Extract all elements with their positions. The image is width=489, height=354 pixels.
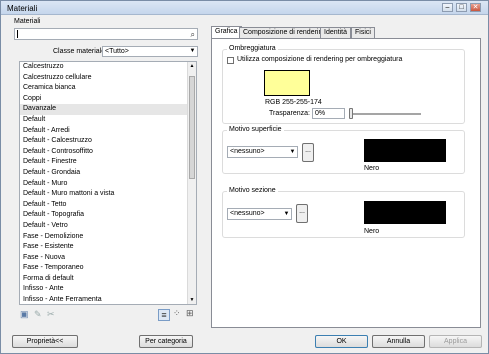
surface-pattern-browse-button[interactable]: ... xyxy=(302,143,314,162)
list-item[interactable]: Infisso - Ante xyxy=(20,284,196,295)
list-item[interactable]: Infisso - Ante Ferramenta xyxy=(20,295,196,304)
section-pattern-browse-button[interactable]: ... xyxy=(296,204,308,223)
list-item[interactable]: Forma di default xyxy=(20,274,196,285)
list-item[interactable]: Default - Grondaia xyxy=(20,168,196,179)
delete-material-icon[interactable]: ✂ xyxy=(47,310,55,319)
shading-color-swatch[interactable] xyxy=(264,70,310,96)
class-filter-select[interactable]: <Tutto> ▼ xyxy=(102,46,198,57)
section-pattern-select[interactable]: <nessuno> ▼ xyxy=(227,208,292,220)
section-color-swatch[interactable] xyxy=(364,201,446,224)
list-item[interactable]: Fase - Demolizione xyxy=(20,232,196,243)
render-shading-checkbox[interactable] xyxy=(227,57,234,64)
list-item[interactable]: Default - Calcestruzzo xyxy=(20,136,196,147)
list-item[interactable]: Ceramica bianca xyxy=(20,83,196,94)
list-item[interactable]: Calcestruzzo xyxy=(20,62,196,73)
scrollbar-thumb[interactable] xyxy=(189,76,195,179)
list-item[interactable]: Default - Arredi xyxy=(20,126,196,137)
list-item[interactable]: Default - Tetto xyxy=(20,200,196,211)
surface-pattern-value: <nessuno> xyxy=(230,148,265,155)
materials-list[interactable]: Calcestruzzo Calcestruzzo cellulare Cerami… xyxy=(19,61,197,305)
section-pattern-group: Motivo sezione <nessuno> ▼ ... Nero xyxy=(222,187,465,238)
tab-identita[interactable]: Identità xyxy=(320,27,351,38)
section-color-name: Nero xyxy=(364,228,380,235)
transparency-label: Trasparenza: xyxy=(269,110,310,117)
tab-fisici[interactable]: Fisici xyxy=(351,27,375,38)
large-icons-view-icon[interactable]: ⊞ xyxy=(186,309,194,318)
surface-group-title: Motivo superficie xyxy=(227,126,284,133)
list-item[interactable]: Fase - Nuova xyxy=(20,253,196,264)
transparency-input[interactable]: 0% xyxy=(312,108,345,119)
surface-color-swatch[interactable] xyxy=(364,139,446,162)
transparency-slider-track[interactable] xyxy=(349,113,421,115)
section-pattern-value: <nessuno> xyxy=(230,210,265,217)
list-item[interactable]: Davanzale xyxy=(20,104,196,115)
list-item[interactable]: Default - Controsoffitto xyxy=(20,147,196,158)
properties-toggle-button[interactable]: Proprietà<< xyxy=(12,335,78,348)
new-material-icon[interactable]: ▣ xyxy=(20,310,29,319)
apply-button[interactable]: Applica xyxy=(429,335,482,348)
scroll-up-icon[interactable]: ▲ xyxy=(188,62,196,70)
class-filter-label: Classe materiale: xyxy=(53,48,108,55)
tab-composizione[interactable]: Composizione di rendering xyxy=(239,27,331,38)
rename-material-icon[interactable]: ✎ xyxy=(34,310,42,319)
close-button[interactable]: ✕ xyxy=(470,3,481,12)
class-filter-value: <Tutto> xyxy=(105,48,129,55)
tab-grafica[interactable]: Grafica xyxy=(211,26,242,38)
chevron-down-icon: ▼ xyxy=(289,149,296,155)
window-title: Materiali xyxy=(7,4,38,13)
cancel-button[interactable]: Annulla xyxy=(372,335,425,348)
list-scrollbar[interactable]: ▲ ▼ xyxy=(187,62,196,304)
ok-button[interactable]: OK xyxy=(315,335,368,348)
list-item[interactable]: Default - Vetro xyxy=(20,221,196,232)
surface-color-name: Nero xyxy=(364,165,380,172)
list-item[interactable]: Calcestruzzo cellulare xyxy=(20,73,196,84)
list-item[interactable]: Coppi xyxy=(20,94,196,105)
materials-label: Materiali xyxy=(14,18,41,25)
list-item[interactable]: Default xyxy=(20,115,196,126)
title-bar: Materiali – □ ✕ xyxy=(1,1,488,15)
chevron-down-icon: ▼ xyxy=(189,48,196,54)
list-view-icon[interactable]: ≡ xyxy=(158,309,170,321)
list-item[interactable]: Fase - Esistente xyxy=(20,242,196,253)
grafica-panel: Ombreggiatura Utilizza composizione di r… xyxy=(211,38,481,328)
list-item[interactable]: Default - Muro mattoni a vista xyxy=(20,189,196,200)
materials-dialog: Materiali – □ ✕ Materiali ⌕ Classe mater… xyxy=(0,0,489,354)
scroll-down-icon[interactable]: ▼ xyxy=(188,296,196,304)
text-caret xyxy=(17,30,18,38)
transparency-slider-thumb[interactable] xyxy=(349,108,353,119)
chevron-down-icon: ▼ xyxy=(283,211,290,217)
render-shading-label: Utilizza composizione di rendering per o… xyxy=(237,56,403,63)
minimize-button[interactable]: – xyxy=(442,3,453,12)
small-icons-view-icon[interactable]: ⁘ xyxy=(173,309,181,318)
list-item[interactable]: Default - Topografia xyxy=(20,210,196,221)
shading-group-title: Ombreggiatura xyxy=(227,45,278,52)
section-group-title: Motivo sezione xyxy=(227,187,278,194)
shading-group: Ombreggiatura Utilizza composizione di r… xyxy=(222,45,465,124)
transparency-value: 0% xyxy=(315,110,326,117)
maximize-button[interactable]: □ xyxy=(456,3,467,12)
by-category-button[interactable]: Per categoria xyxy=(139,335,193,348)
list-item[interactable]: Default - Finestre xyxy=(20,157,196,168)
list-item[interactable]: Default - Muro xyxy=(20,179,196,190)
shading-rgb-label: RGB 255-255-174 xyxy=(265,99,322,106)
surface-pattern-select[interactable]: <nessuno> ▼ xyxy=(227,146,298,158)
search-icon[interactable]: ⌕ xyxy=(191,30,195,39)
surface-pattern-group: Motivo superficie <nessuno> ▼ ... Nero xyxy=(222,126,465,174)
list-item[interactable]: Fase - Temporaneo xyxy=(20,263,196,274)
search-input[interactable]: ⌕ xyxy=(14,28,198,40)
